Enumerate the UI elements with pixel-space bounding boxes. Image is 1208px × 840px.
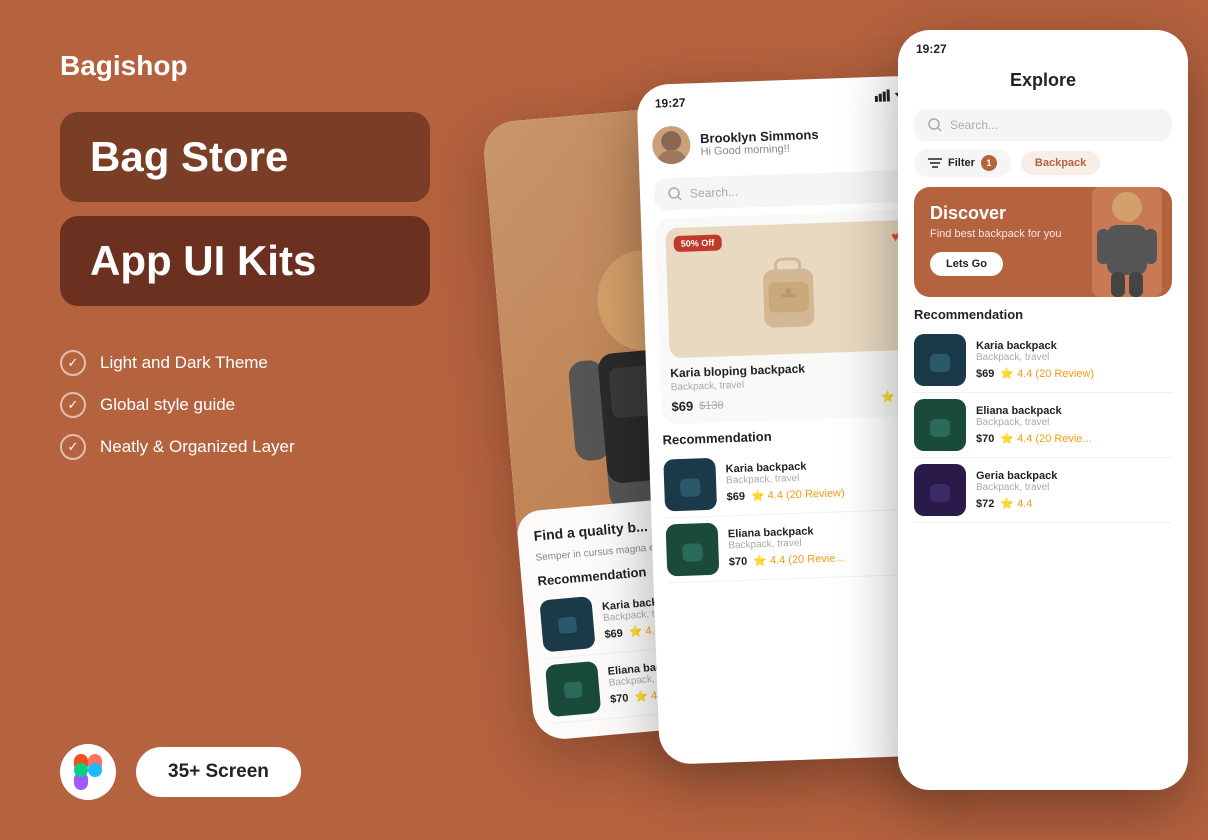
- filter-button[interactable]: Filter 1: [914, 149, 1011, 177]
- explore-title: Explore: [914, 62, 1172, 103]
- front-rec-cat-1: Backpack, travel: [976, 352, 1172, 363]
- person-silhouette: [1092, 187, 1162, 297]
- mid-rec-thumb-2: [666, 523, 720, 577]
- user-avatar: [652, 125, 691, 164]
- front-rec-item-3: Geria backpack Backpack, travel $72 ⭐ 4.…: [914, 458, 1172, 523]
- feature-label-3: Neatly & Organized Layer: [100, 437, 295, 457]
- front-rec-price-1: $69: [976, 368, 994, 380]
- discover-person-img: [1092, 187, 1162, 297]
- feature-item-3: ✓ Neatly & Organized Layer: [60, 434, 430, 460]
- backpack-tag[interactable]: Backpack: [1021, 151, 1100, 175]
- mid-product-card: 50% Off ♥ Karia bloping backpack Backpac…: [655, 210, 924, 425]
- user-info: Brooklyn Simmons Hi Good morning!!: [700, 126, 819, 157]
- user-row: Brooklyn Simmons Hi Good morning!!: [651, 108, 915, 173]
- front-rec-thumb-1: [914, 334, 966, 386]
- mid-time: 19:27: [655, 96, 686, 111]
- left-panel: Bagishop Bag Store App UI Kits ✓ Light a…: [0, 0, 480, 840]
- mid-rec-title: Recommendation: [662, 423, 924, 447]
- feature-label-2: Global style guide: [100, 395, 235, 415]
- discover-card: Discover Find best backpack for you Lets…: [914, 187, 1172, 297]
- front-rec-price-2: $70: [976, 433, 994, 445]
- features-list: ✓ Light and Dark Theme ✓ Global style gu…: [60, 350, 430, 460]
- front-rec-price-3: $72: [976, 498, 994, 510]
- front-rec-cat-3: Backpack, travel: [976, 482, 1172, 493]
- filter-row: Filter 1 Backpack: [914, 149, 1172, 177]
- front-rec-rating-3: ⭐ 4.4: [1000, 497, 1032, 510]
- screen-count-label: 35+ Screen: [168, 761, 269, 782]
- front-rec-thumb-2: [914, 399, 966, 451]
- brand-title: Bagishop: [60, 50, 430, 82]
- mid-search-placeholder: Search...: [690, 185, 738, 201]
- feature-item-2: ✓ Global style guide: [60, 392, 430, 418]
- front-rec-rating-2: ⭐ 4.4 (20 Revie...: [1000, 432, 1091, 445]
- back-rec-thumb-1: [539, 596, 595, 652]
- back-rec-thumb-2: [545, 661, 601, 717]
- mid-price-row: $69 $138: [671, 397, 724, 414]
- front-rec-info-2: Eliana backpack Backpack, travel $70 ⭐ 4…: [976, 405, 1172, 445]
- feature-label-1: Light and Dark Theme: [100, 353, 268, 373]
- front-rec-title: Recommendation: [914, 307, 1172, 322]
- mid-price-old: $138: [699, 399, 724, 412]
- front-rec-info-1: Karia backpack Backpack, travel $69 ⭐ 4.…: [976, 340, 1172, 380]
- filter-count-badge: 1: [981, 155, 997, 171]
- mid-product-img: 50% Off ♥: [665, 220, 911, 358]
- front-content: Explore Search... Filter 1 Backpack Disc…: [898, 62, 1188, 523]
- back-rec-price-2: $70: [610, 692, 629, 706]
- feature-item-1: ✓ Light and Dark Theme: [60, 350, 430, 376]
- hero-badge-1: Bag Store: [60, 112, 430, 202]
- back-rec-price-1: $69: [604, 627, 623, 641]
- front-rec-name-1: Karia backpack: [976, 340, 1172, 352]
- front-rec-name-2: Eliana backpack: [976, 405, 1172, 417]
- figma-logo: [60, 744, 116, 800]
- check-icon-3: ✓: [60, 434, 86, 460]
- mid-rec-info-1: Karia backpack Backpack, travel $69 ⭐ 4.…: [725, 456, 926, 503]
- mid-search-bar[interactable]: Search...: [653, 170, 916, 211]
- front-rec-name-3: Geria backpack: [976, 470, 1172, 482]
- lets-go-button[interactable]: Lets Go: [930, 252, 1003, 276]
- hero-badge-2: App UI Kits: [60, 216, 430, 306]
- front-time: 19:27: [916, 42, 947, 56]
- check-icon-1: ✓: [60, 350, 86, 376]
- front-rec-cat-2: Backpack, travel: [976, 417, 1172, 428]
- front-rec-info-3: Geria backpack Backpack, travel $72 ⭐ 4.…: [976, 470, 1172, 510]
- phone-front: 19:27 Explore Search... Filter 1 Backpac…: [898, 30, 1188, 790]
- mid-rec-item-2: Eliana backpack Backpack, travel $70 ⭐ 4…: [665, 509, 929, 583]
- front-rec-rating-1: ⭐ 4.4 (20 Review): [1000, 367, 1094, 380]
- filter-label: Filter: [948, 157, 975, 169]
- front-search-placeholder: Search...: [950, 118, 998, 132]
- front-rec-item-2: Eliana backpack Backpack, travel $70 ⭐ 4…: [914, 393, 1172, 458]
- front-status-bar: 19:27: [898, 30, 1188, 62]
- bottom-bar: 35+ Screen: [60, 744, 430, 800]
- hero-text-1: Bag Store: [90, 134, 400, 180]
- mid-discount-badge: 50% Off: [674, 234, 722, 252]
- mid-price-new: $69: [671, 398, 693, 414]
- front-rec-thumb-3: [914, 464, 966, 516]
- mid-rec-thumb-1: [663, 458, 717, 512]
- phones-container: Find a quality b... fits your n... Sempe…: [428, 0, 1208, 840]
- mid-rec-item-1: Karia backpack Backpack, travel $69 ⭐ 4.…: [663, 444, 927, 518]
- front-search-bar[interactable]: Search...: [914, 109, 1172, 141]
- front-rec-item-1: Karia backpack Backpack, travel $69 ⭐ 4.…: [914, 328, 1172, 393]
- screen-count-badge: 35+ Screen: [136, 747, 301, 797]
- hero-text-2: App UI Kits: [90, 238, 400, 284]
- check-icon-2: ✓: [60, 392, 86, 418]
